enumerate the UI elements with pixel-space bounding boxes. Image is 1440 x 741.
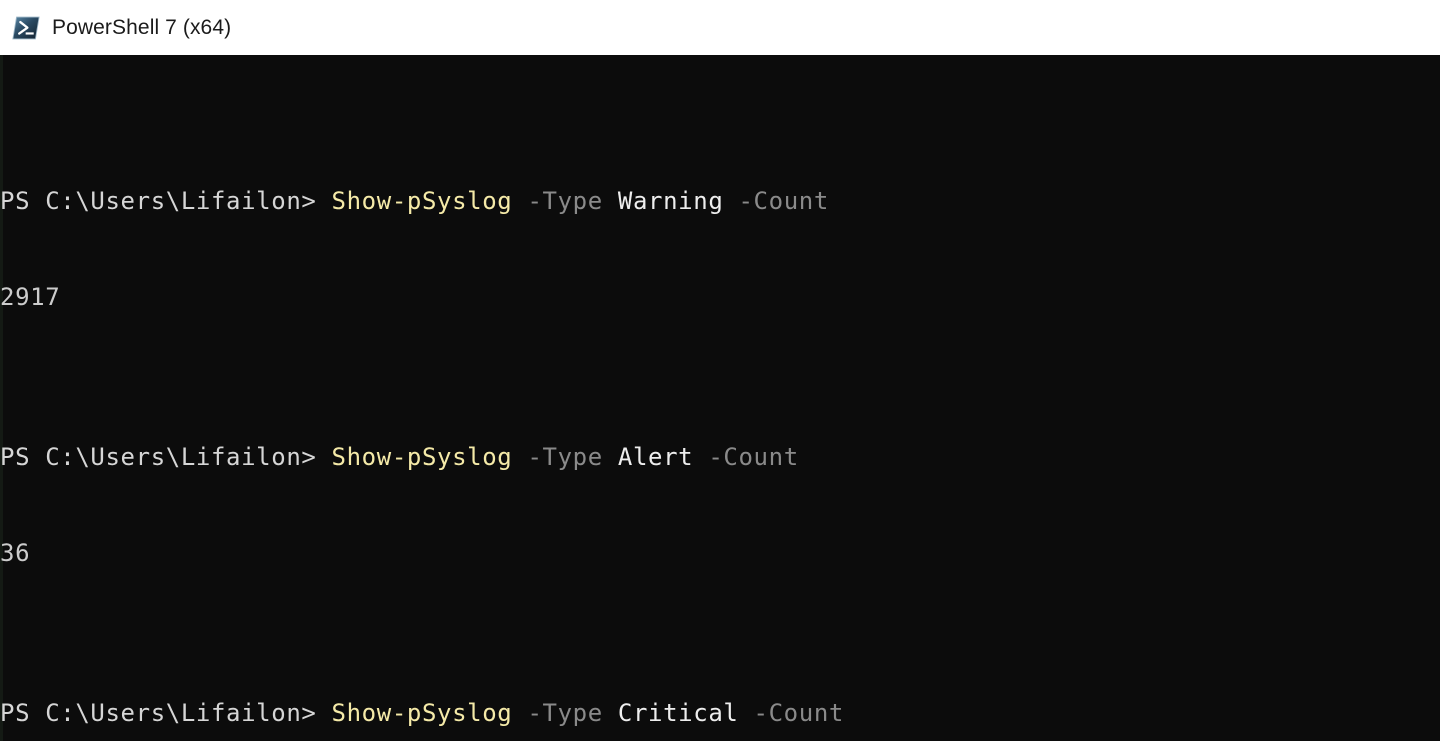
- parameter-type: -Type: [527, 443, 603, 471]
- argument-value: Critical: [617, 699, 739, 727]
- parameter-count: -Count: [738, 187, 829, 215]
- cmdlet-name: Show-pSyslog: [331, 443, 513, 471]
- parameter-count: -Count: [708, 443, 799, 471]
- prompt-text: PS C:\Users\Lifailon>: [0, 699, 317, 727]
- prompt-text: PS C:\Users\Lifailon>: [0, 443, 317, 471]
- cmdlet-name: Show-pSyslog: [331, 699, 513, 727]
- terminal-line-output: 2917: [0, 283, 61, 311]
- powershell-window: PowerShell 7 (x64) PS C:\Users\Lifailon>…: [0, 0, 1440, 741]
- argument-value: Warning: [617, 187, 724, 215]
- terminal-line-command: PS C:\Users\Lifailon> Show-pSyslog -Type…: [0, 697, 1440, 729]
- powershell-icon: [12, 16, 40, 39]
- terminal-screen[interactable]: PS C:\Users\Lifailon> Show-pSyslog -Type…: [0, 55, 1440, 741]
- terminal-surface[interactable]: PS C:\Users\Lifailon> Show-pSyslog -Type…: [0, 55, 1440, 741]
- parameter-type: -Type: [527, 699, 603, 727]
- prompt-text: PS C:\Users\Lifailon>: [0, 187, 317, 215]
- terminal-line-output: 36: [0, 539, 31, 567]
- parameter-count: -Count: [753, 699, 844, 727]
- parameter-type: -Type: [527, 187, 603, 215]
- window-title: PowerShell 7 (x64): [52, 15, 232, 39]
- argument-value: Alert: [617, 443, 694, 471]
- cmdlet-name: Show-pSyslog: [331, 187, 513, 215]
- title-bar: PowerShell 7 (x64): [0, 0, 1440, 55]
- terminal-line-command: PS C:\Users\Lifailon> Show-pSyslog -Type…: [0, 185, 1440, 217]
- terminal-line-command: PS C:\Users\Lifailon> Show-pSyslog -Type…: [0, 441, 1440, 473]
